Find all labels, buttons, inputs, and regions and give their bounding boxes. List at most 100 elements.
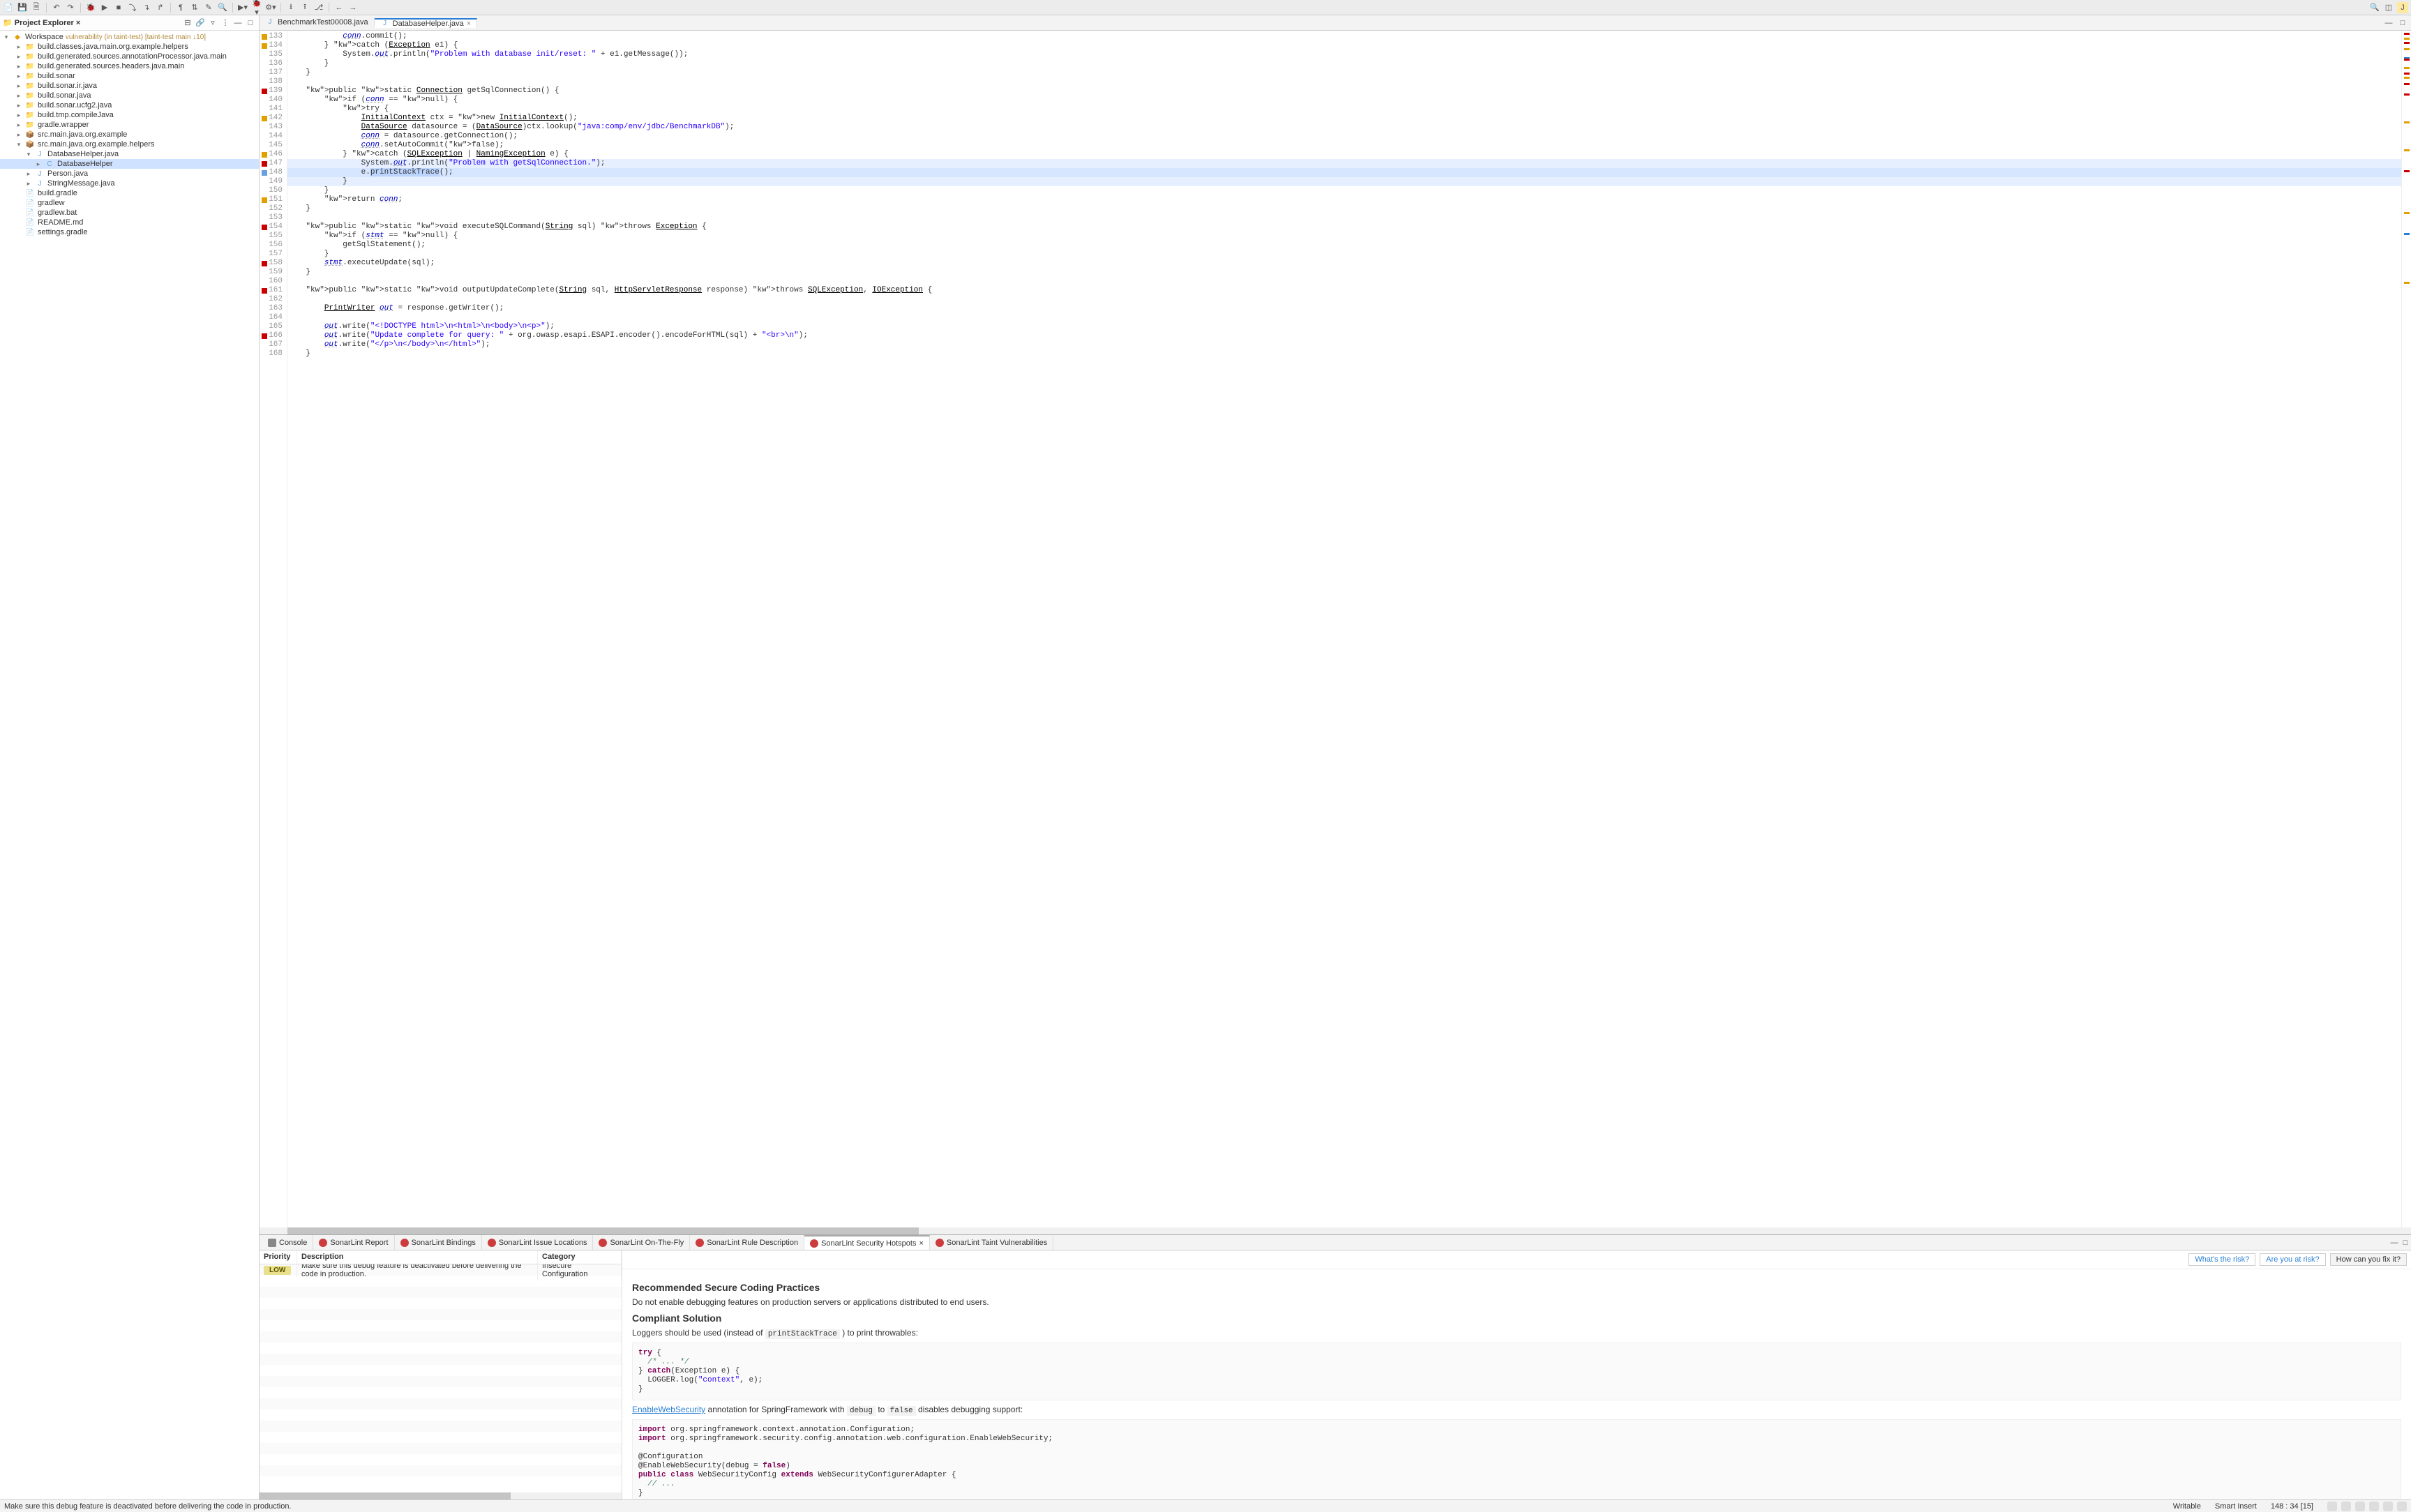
ruler-err-icon[interactable]	[2404, 170, 2410, 172]
tree-item[interactable]: 📄README.md	[0, 218, 259, 227]
tree-root[interactable]: ▾ ◆ Workspace vulnerability (in taint-te…	[0, 32, 259, 42]
tree-item[interactable]: ▸JStringMessage.java	[0, 179, 259, 188]
editor-minimize-icon[interactable]: —	[2383, 17, 2394, 29]
link-editor-icon[interactable]: 🔗	[195, 17, 206, 29]
code-line[interactable]: }	[287, 250, 2401, 259]
col-category[interactable]: Category	[538, 1250, 622, 1264]
gutter-line[interactable]: 143	[260, 123, 283, 132]
tb-debug-icon[interactable]: 🐞	[85, 2, 96, 13]
project-tree[interactable]: ▾ ◆ Workspace vulnerability (in taint-te…	[0, 31, 259, 1499]
code-line[interactable]: }	[287, 177, 2401, 186]
code-line[interactable]: "kw">return conn;	[287, 195, 2401, 204]
tb-gitpull-icon[interactable]: ⭳	[285, 2, 296, 13]
tree-item[interactable]: ▸📁build.sonar	[0, 71, 259, 81]
code-line[interactable]: } "kw">catch (SQLException | NamingExcep…	[287, 150, 2401, 159]
gutter-line[interactable]: 133	[260, 32, 283, 41]
gutter-line[interactable]: 138	[260, 77, 283, 86]
tree-item[interactable]: ▸📁build.classes.java.main.org.example.he…	[0, 42, 259, 52]
code-line[interactable]	[287, 313, 2401, 322]
twisty-icon[interactable]: ▸	[15, 131, 22, 139]
tree-item[interactable]: 📄gradlew.bat	[0, 208, 259, 218]
code-line[interactable]: }	[287, 59, 2401, 68]
tb-run-icon[interactable]: ▶	[99, 2, 110, 13]
code-line[interactable]: "kw">if (stmt == "kw">null) {	[287, 232, 2401, 241]
twisty-icon[interactable]: ▸	[15, 43, 22, 51]
code-line[interactable]: System.out.println("Problem with getSqlC…	[287, 159, 2401, 168]
ruler-warn-icon[interactable]	[2404, 149, 2410, 151]
editor-tab[interactable]: JBenchmarkTest00008.java	[260, 18, 375, 27]
tb-redo-icon[interactable]: ↷	[65, 2, 76, 13]
twisty-icon[interactable]: ▾	[25, 151, 32, 158]
code-line[interactable]: out.write("<!DOCTYPE html>\n<html>\n<bod…	[287, 322, 2401, 331]
code-line[interactable]: stmt.executeUpdate(sql);	[287, 259, 2401, 268]
tb-quickaccess-icon[interactable]: 🔍	[2369, 2, 2380, 13]
gutter-line[interactable]: 154	[260, 222, 283, 232]
twisty-icon[interactable]: ▸	[25, 170, 32, 178]
gutter-line[interactable]: 151	[260, 195, 283, 204]
tree-item[interactable]: ▸📁build.tmp.compileJava	[0, 110, 259, 120]
gutter-line[interactable]: 153	[260, 213, 283, 222]
tree-item[interactable]: ▸📁build.sonar.ir.java	[0, 81, 259, 91]
gutter-line[interactable]: 156	[260, 241, 283, 250]
gutter-line[interactable]: 148	[260, 168, 283, 177]
tb-gitpush-icon[interactable]: ⭱	[299, 2, 310, 13]
tb-stepin-icon[interactable]: ↴	[141, 2, 152, 13]
tb-perspective-icon[interactable]: ◫	[2383, 2, 2394, 13]
tree-item[interactable]: ▸📁build.generated.sources.annotationProc…	[0, 52, 259, 61]
ruler-warn-icon[interactable]	[2404, 212, 2410, 214]
tree-item[interactable]: ▸CDatabaseHelper	[0, 159, 259, 169]
gutter-line[interactable]: 141	[260, 105, 283, 114]
twisty-icon[interactable]: ▸	[15, 82, 22, 90]
panel-maximize-icon[interactable]: □	[2400, 1237, 2411, 1248]
tb-back-icon[interactable]: ←	[333, 2, 345, 13]
gutter-line[interactable]: 166	[260, 331, 283, 340]
code-line[interactable]: }	[287, 204, 2401, 213]
tb-stop-icon[interactable]: ■	[113, 2, 124, 13]
code-line[interactable]	[287, 295, 2401, 304]
gutter-line[interactable]: 165	[260, 322, 283, 331]
tb-runcfg-icon[interactable]: ▶▾	[237, 2, 248, 13]
table-hscrollbar[interactable]	[260, 1492, 622, 1499]
tree-item[interactable]: ▸📁build.sonar.ucfg2.java	[0, 100, 259, 110]
twisty-icon[interactable]: ▾	[3, 33, 10, 41]
overview-ruler[interactable]	[2401, 31, 2411, 1227]
twisty-icon[interactable]: ▸	[15, 112, 22, 119]
code-line[interactable]: getSqlStatement();	[287, 241, 2401, 250]
hotspot-row[interactable]: LOWMake sure this debug feature is deact…	[260, 1264, 622, 1276]
code-line[interactable]: conn = datasource.getConnection();	[287, 132, 2401, 141]
editor-maximize-icon[interactable]: □	[2397, 17, 2408, 29]
gutter-line[interactable]: 152	[260, 204, 283, 213]
close-icon[interactable]: ×	[919, 1239, 923, 1248]
twisty-icon[interactable]: ▸	[25, 180, 32, 188]
close-icon[interactable]: ×	[76, 19, 80, 27]
collapse-all-icon[interactable]: ⊟	[182, 17, 193, 29]
gutter-line[interactable]: 162	[260, 295, 283, 304]
ruler-warn-icon[interactable]	[2404, 67, 2410, 69]
editor-body[interactable]: 1331341351361371381391401411421431441451…	[260, 31, 2411, 1227]
gutter-line[interactable]: 147	[260, 159, 283, 168]
panel-tab[interactable]: SonarLint Security Hotspots×	[804, 1235, 930, 1250]
view-menu-icon[interactable]: ⋮	[220, 17, 231, 29]
gutter-line[interactable]: 144	[260, 132, 283, 141]
gutter-line[interactable]: 145	[260, 141, 283, 150]
ruler-err-icon[interactable]	[2404, 73, 2410, 75]
tree-item[interactable]: 📄settings.gradle	[0, 227, 259, 237]
twisty-icon[interactable]: ▸	[15, 92, 22, 100]
col-priority[interactable]: Priority	[260, 1250, 297, 1264]
twisty-icon[interactable]: ▸	[15, 63, 22, 70]
action-tab[interactable]: Are you at risk?	[2260, 1253, 2325, 1266]
code-line[interactable]: conn.commit();	[287, 32, 2401, 41]
code-line[interactable]: }	[287, 268, 2401, 277]
code-line[interactable]	[287, 77, 2401, 86]
ruler-err-icon[interactable]	[2404, 93, 2410, 96]
tree-item[interactable]: ▸📁build.sonar.java	[0, 91, 259, 100]
code-line[interactable]: } "kw">catch (Exception e1) {	[287, 41, 2401, 50]
gutter-line[interactable]: 149	[260, 177, 283, 186]
tb-new-icon[interactable]: 📄	[3, 2, 14, 13]
tb-undo-icon[interactable]: ↶	[51, 2, 62, 13]
gutter-line[interactable]: 142	[260, 114, 283, 123]
ruler-info-icon[interactable]	[2404, 233, 2410, 235]
gutter-line[interactable]: 157	[260, 250, 283, 259]
tree-item[interactable]: ▸📦src.main.java.org.example	[0, 130, 259, 139]
maximize-icon[interactable]: □	[245, 17, 256, 29]
